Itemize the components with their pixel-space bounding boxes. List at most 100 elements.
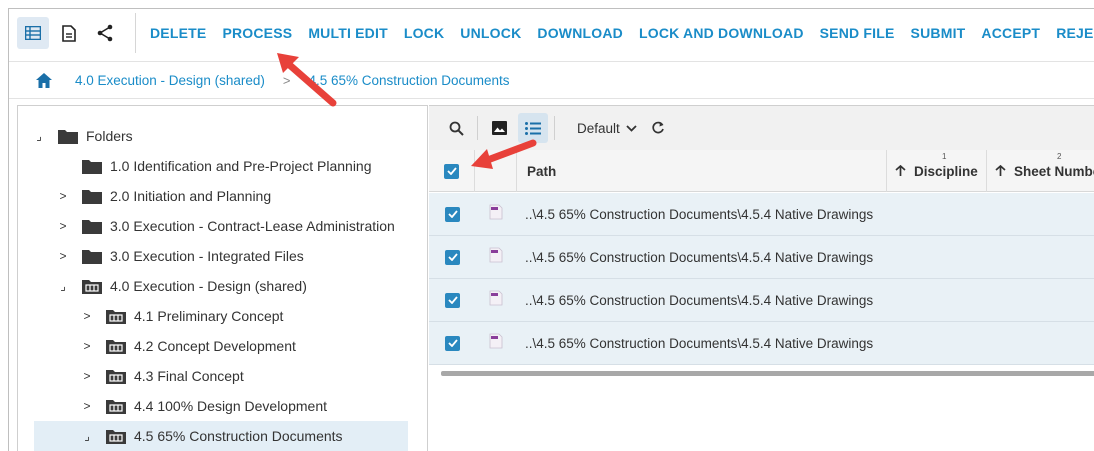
tree-item-label: 4.2 Concept Development	[134, 338, 296, 354]
submit-button[interactable]: SUBMIT	[903, 25, 974, 41]
shared-folder-icon	[106, 338, 126, 354]
tree-item-label: 2.0 Initiation and Planning	[110, 188, 272, 204]
shared-folder-icon	[106, 308, 126, 324]
annotation-arrow-process	[277, 53, 337, 107]
action-toolbar: DELETE PROCESS MULTI EDIT LOCK UNLOCK DO…	[9, 9, 1094, 57]
sort-ascending-icon[interactable]	[895, 165, 906, 177]
column-header-path[interactable]: Path	[517, 150, 887, 192]
tree-item-selected[interactable]: ⌟ 4.5 65% Construction Documents	[34, 421, 408, 451]
collapse-icon[interactable]: ⌟	[32, 129, 46, 143]
app-window: DELETE PROCESS MULTI EDIT LOCK UNLOCK DO…	[8, 8, 1094, 451]
tree-item-label: 3.0 Execution - Integrated Files	[110, 248, 304, 264]
breadcrumb: 4.0 Execution - Design (shared) > 4.5 65…	[9, 61, 1094, 99]
grid-view-icon[interactable]	[17, 17, 49, 49]
accept-button[interactable]: ACCEPT	[973, 25, 1048, 41]
divider	[554, 116, 555, 140]
row-path: ..\4.5 65% Construction Documents\4.5.4 …	[525, 249, 874, 265]
action-button-group: DELETE PROCESS MULTI EDIT LOCK UNLOCK DO…	[142, 25, 1094, 41]
table-row[interactable]: ..\4.5 65% Construction Documents\4.5.4 …	[429, 322, 1094, 365]
home-icon[interactable]	[35, 71, 53, 89]
row-checkbox[interactable]	[445, 292, 460, 308]
sort-ascending-icon[interactable]	[995, 165, 1006, 177]
tree-item-label: 4.4 100% Design Development	[134, 398, 328, 414]
tree-item-label: 4.5 65% Construction Documents	[134, 428, 343, 444]
column-order-number: 1	[942, 152, 947, 161]
expand-icon[interactable]: >	[56, 249, 70, 263]
checkmark-icon	[446, 167, 457, 175]
expand-icon[interactable]: >	[80, 399, 94, 413]
shared-folder-icon	[106, 428, 126, 444]
table-row[interactable]: ..\4.5 65% Construction Documents\4.5.4 …	[429, 279, 1094, 322]
view-dropdown[interactable]: Default	[577, 121, 637, 136]
view-dropdown-value: Default	[577, 120, 620, 136]
row-checkbox[interactable]	[445, 335, 460, 351]
tree-item-folders[interactable]: ⌟ Folders	[18, 121, 427, 151]
tree-item[interactable]: 1.0 Identification and Pre-Project Plann…	[18, 151, 427, 181]
collapse-icon[interactable]: ⌟	[80, 429, 94, 443]
expand-icon[interactable]: >	[56, 189, 70, 203]
column-header-sheet-number[interactable]: 2 Sheet Numbe	[987, 150, 1094, 192]
select-all-checkbox[interactable]	[444, 163, 459, 179]
download-button[interactable]: DOWNLOAD	[529, 25, 631, 41]
lock-and-download-button[interactable]: LOCK AND DOWNLOAD	[631, 25, 812, 41]
drawing-file-icon	[489, 204, 503, 225]
process-button[interactable]: PROCESS	[214, 25, 300, 41]
table-row[interactable]: ..\4.5 65% Construction Documents\4.5.4 …	[429, 193, 1094, 236]
column-header-discipline[interactable]: 1 Discipline	[887, 150, 987, 192]
folder-tree: ⌟ Folders 1.0 Identification and Pre-Pro…	[17, 105, 428, 451]
row-checkbox[interactable]	[445, 249, 460, 265]
folder-icon	[58, 128, 78, 144]
checkmark-icon	[447, 296, 458, 304]
table-row[interactable]: ..\4.5 65% Construction Documents\4.5.4 …	[429, 236, 1094, 279]
expand-icon[interactable]: >	[80, 309, 94, 323]
unlock-button[interactable]: UNLOCK	[452, 25, 529, 41]
horizontal-scrollbar[interactable]	[441, 371, 1094, 376]
send-file-button[interactable]: SEND FILE	[812, 25, 903, 41]
tree-item[interactable]: > 3.0 Execution - Integrated Files	[18, 241, 427, 271]
tree-item-label: Folders	[86, 128, 133, 144]
shared-folder-icon	[106, 398, 126, 414]
breadcrumb-item-design-shared[interactable]: 4.0 Execution - Design (shared)	[75, 73, 265, 88]
checkmark-icon	[447, 253, 458, 261]
row-path: ..\4.5 65% Construction Documents\4.5.4 …	[525, 206, 874, 222]
tree-item-label: 4.3 Final Concept	[134, 368, 244, 384]
folder-icon	[82, 248, 102, 264]
tree-item[interactable]: ⌟ 4.0 Execution - Design (shared)	[18, 271, 427, 301]
expand-icon[interactable]: >	[80, 369, 94, 383]
tree-item[interactable]: > 4.1 Preliminary Concept	[18, 301, 427, 331]
collapse-icon[interactable]: ⌟	[56, 279, 70, 293]
tree-item-label: 3.0 Execution - Contract-Lease Administr…	[110, 218, 395, 234]
share-icon[interactable]	[89, 17, 121, 49]
checkmark-icon	[447, 210, 458, 218]
tree-item[interactable]: > 4.4 100% Design Development	[18, 391, 427, 421]
tree-item-label: 1.0 Identification and Pre-Project Plann…	[110, 158, 372, 174]
refresh-icon[interactable]	[643, 113, 673, 143]
folder-icon	[82, 218, 102, 234]
delete-button[interactable]: DELETE	[142, 25, 214, 41]
tree-item[interactable]: > 2.0 Initiation and Planning	[18, 181, 427, 211]
multi-edit-button[interactable]: MULTI EDIT	[300, 25, 396, 41]
tree-item[interactable]: > 4.3 Final Concept	[18, 361, 427, 391]
drawing-file-icon	[489, 247, 503, 268]
column-header-label: Sheet Numbe	[1014, 163, 1094, 179]
tree-item[interactable]: > 4.2 Concept Development	[18, 331, 427, 361]
document-icon[interactable]	[53, 17, 85, 49]
row-checkbox[interactable]	[445, 206, 460, 222]
tree-item[interactable]: > 3.0 Execution - Contract-Lease Adminis…	[18, 211, 427, 241]
folder-icon	[82, 158, 102, 174]
shared-folder-icon	[82, 278, 102, 294]
annotation-arrow-select-all	[471, 139, 537, 169]
column-order-number: 2	[1057, 152, 1062, 161]
drawing-file-icon	[489, 333, 503, 354]
tree-item-label: 4.0 Execution - Design (shared)	[110, 278, 307, 294]
chevron-down-icon	[626, 124, 637, 132]
expand-icon[interactable]: >	[56, 219, 70, 233]
expand-icon[interactable]: >	[80, 339, 94, 353]
row-path: ..\4.5 65% Construction Documents\4.5.4 …	[525, 292, 874, 308]
lock-button[interactable]: LOCK	[396, 25, 452, 41]
row-path: ..\4.5 65% Construction Documents\4.5.4 …	[525, 335, 874, 351]
view-icon-group	[17, 13, 136, 53]
reject-button[interactable]: REJECT	[1048, 25, 1094, 41]
tree-item-label: 4.1 Preliminary Concept	[134, 308, 284, 324]
column-header-label: Discipline	[914, 163, 978, 179]
